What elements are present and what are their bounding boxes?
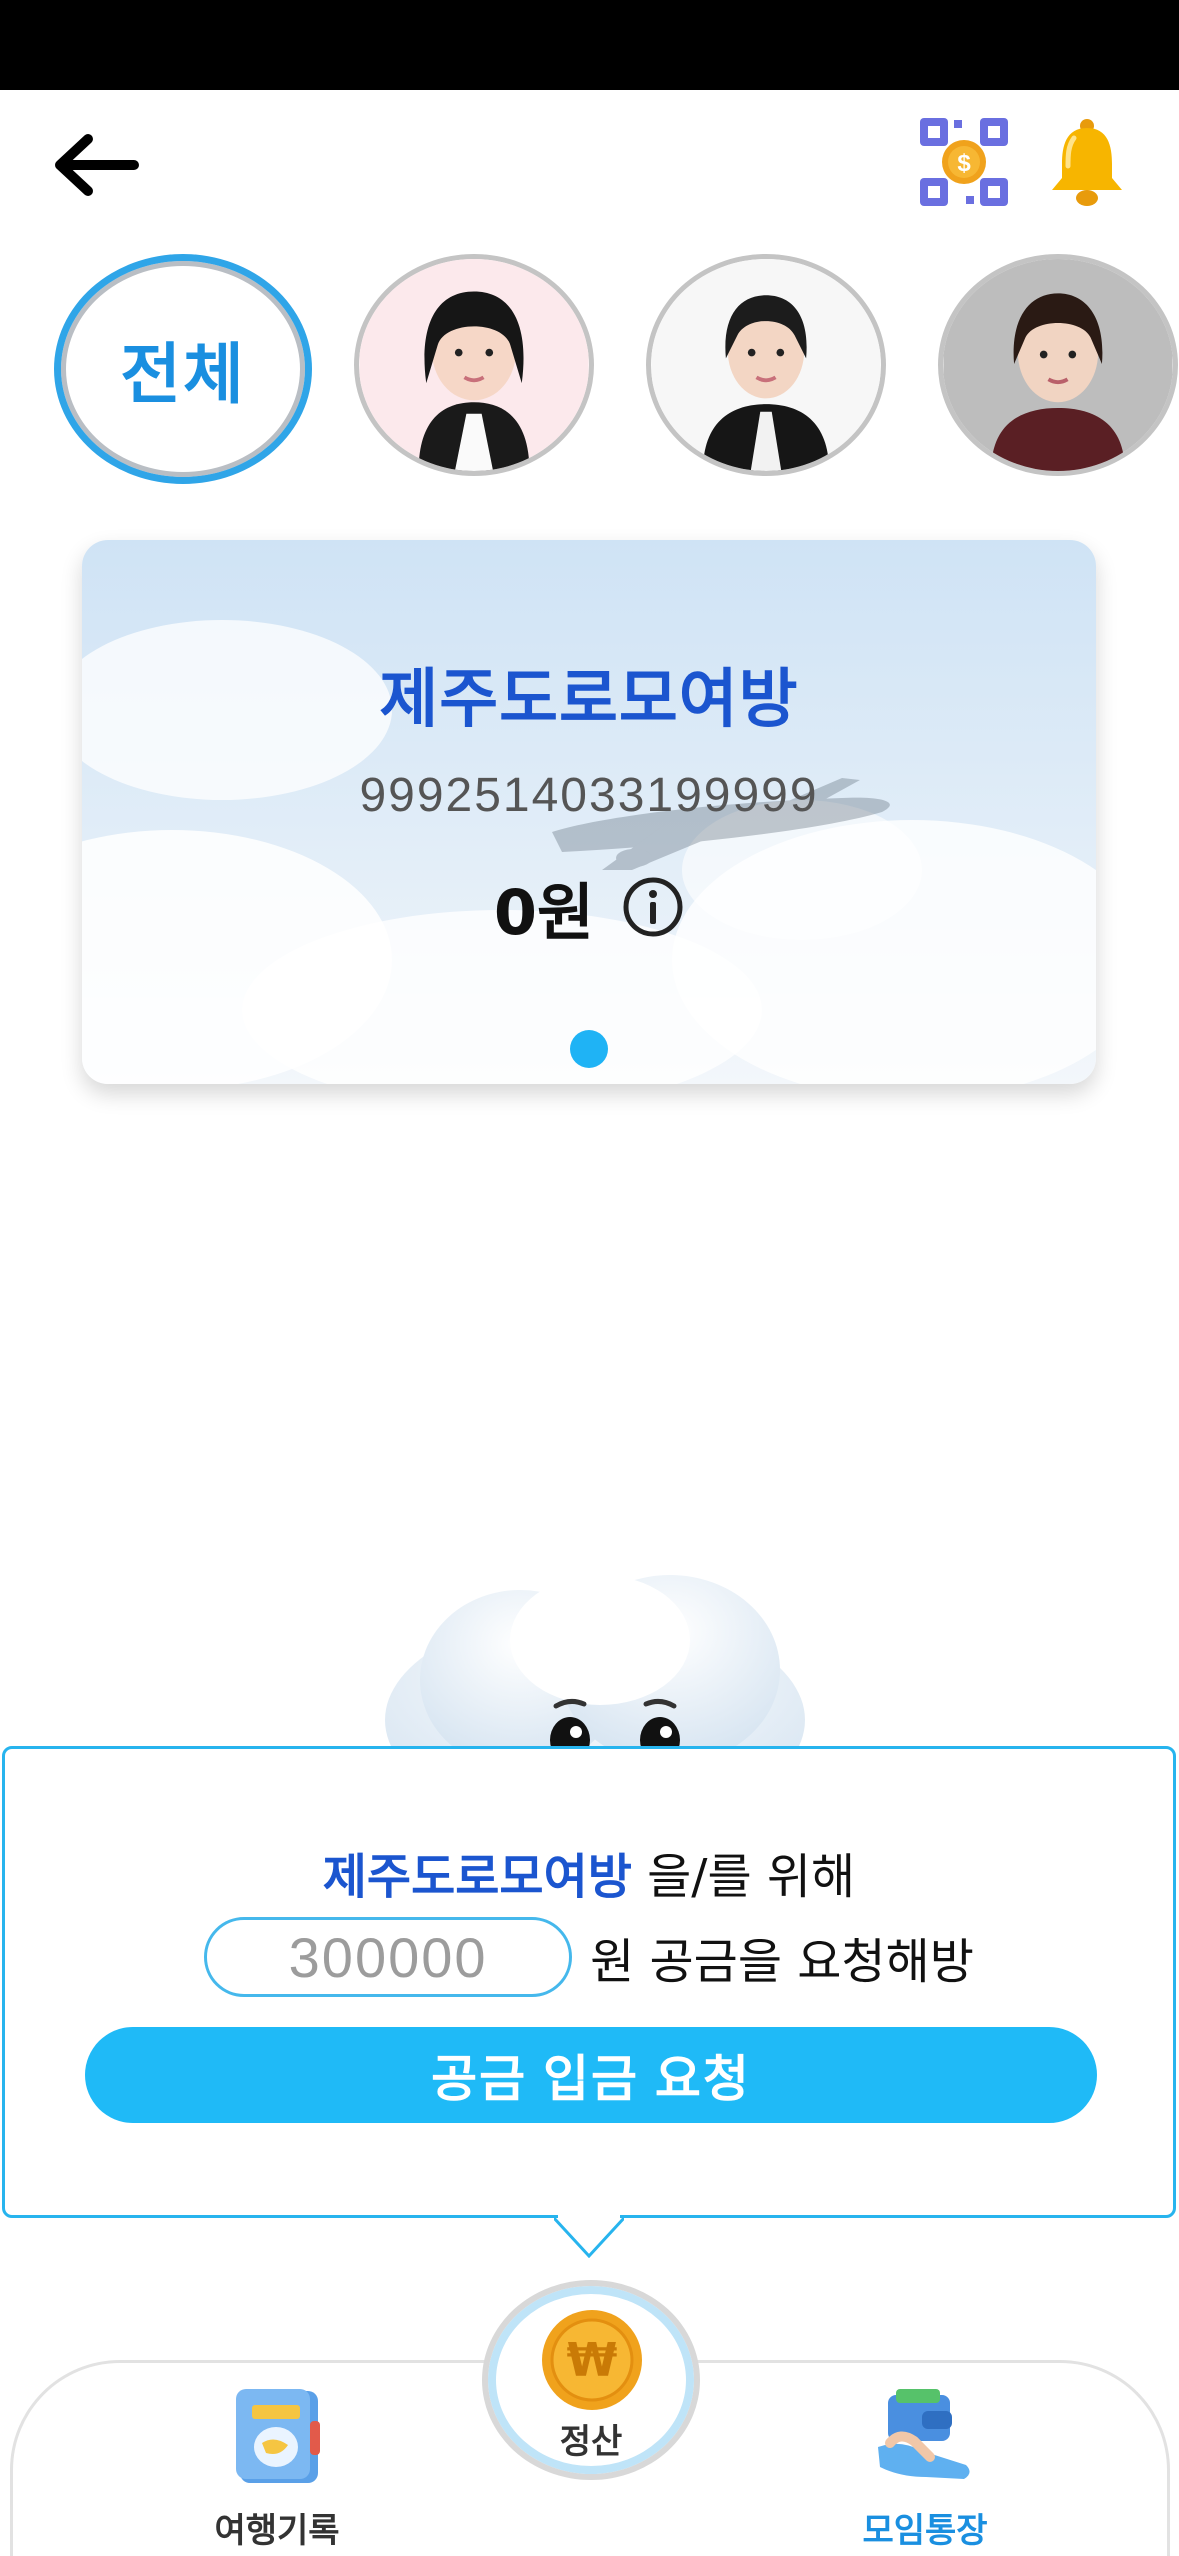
member-all-button[interactable]: 전체 (54, 254, 312, 484)
notification-button[interactable] (1046, 116, 1128, 208)
member-avatar-1[interactable] (354, 254, 594, 476)
top-header: $ (0, 90, 1179, 230)
popup-tail (554, 2208, 624, 2258)
nav-settlement-label: 정산 (559, 2422, 623, 2462)
back-button[interactable] (40, 120, 150, 210)
nav-travel-record[interactable]: 여행기록 (167, 2381, 387, 2552)
qr-payment-button[interactable]: $ (918, 116, 1010, 208)
amount-row: 원 공금을 요청해방 (5, 1917, 1173, 1997)
qr-coin-icon: $ (920, 118, 1008, 206)
wallet-hand-icon (878, 2389, 970, 2479)
fund-deposit-request-button[interactable]: 공금 입금 요청 (85, 2027, 1097, 2123)
member-selector: 전체 (0, 250, 1179, 490)
carousel-page-indicator (570, 1030, 608, 1068)
svg-text:$: $ (957, 150, 971, 177)
amount-suffix-text: 원 공금을 요청해방 (590, 1934, 974, 1990)
request-for-text: 을/를 위해 (631, 1849, 856, 1905)
nav-group-account[interactable]: 모임통장 (815, 2381, 1035, 2552)
account-number: 9992514033199999 (359, 769, 819, 822)
avatar (943, 259, 1173, 471)
avatar (359, 259, 589, 471)
status-bar (0, 0, 1179, 90)
nav-settlement-button[interactable]: ₩ 정산 (482, 2280, 700, 2480)
member-avatar-3[interactable] (938, 254, 1178, 476)
info-icon[interactable] (622, 876, 684, 938)
balance-row: 0원 (82, 862, 1096, 952)
request-group-name: 제주도로모여방 (322, 1849, 632, 1905)
cloud-mascot (370, 1570, 820, 1770)
amount-input[interactable] (204, 1917, 573, 1997)
nav-travel-record-label: 여행기록 (214, 2511, 340, 2551)
account-group-name: 제주도로모여방 (379, 663, 799, 737)
request-description: 제주도로모여방 을/를 위해 (5, 1837, 1173, 1907)
travel-book-icon (236, 2389, 320, 2483)
svg-text:₩: ₩ (567, 2333, 618, 2387)
avatar (651, 259, 881, 471)
fund-request-popup: 제주도로모여방 을/를 위해 원 공금을 요청해방 공금 입금 요청 (2, 1746, 1176, 2218)
member-all-label: 전체 (120, 336, 246, 413)
member-avatar-2[interactable] (646, 254, 886, 476)
won-coin-icon: ₩ (542, 2310, 642, 2410)
balance-amount: 0원 (493, 876, 595, 949)
bell-icon (1052, 119, 1122, 206)
nav-group-account-label: 모임통장 (862, 2511, 988, 2551)
arrow-left-icon (55, 134, 139, 196)
account-card[interactable]: 제주도로모여방 9992514033199999 0원 (82, 540, 1096, 1084)
